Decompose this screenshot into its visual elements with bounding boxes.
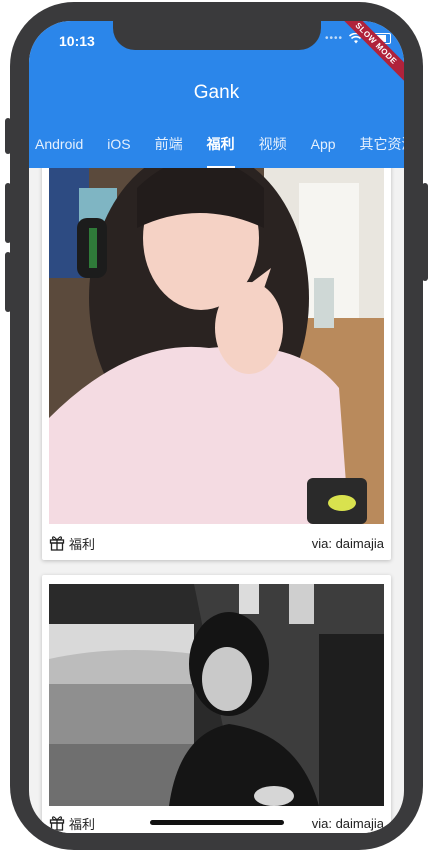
category-text: 福利 <box>69 536 96 552</box>
feed-photo[interactable] <box>49 584 384 806</box>
tab-bar: Android iOS 前端 福利 视频 App 其它资源 <box>29 134 404 168</box>
volume-down-button <box>5 252 11 312</box>
tab-video[interactable]: 视频 <box>247 134 299 168</box>
home-indicator[interactable] <box>150 820 284 825</box>
feed-card[interactable]: 福利 via: daimajia <box>42 575 391 833</box>
category-label: 福利 <box>49 534 95 553</box>
photo-girl-headphones <box>49 168 384 524</box>
category-label: 福利 <box>49 814 95 833</box>
silent-switch <box>5 118 11 154</box>
feed-photo[interactable] <box>49 168 384 524</box>
card-footer: 福利 via: daimajia <box>49 533 384 553</box>
via-author: via: daimajia <box>311 815 384 831</box>
tab-android[interactable]: Android <box>29 134 95 168</box>
gift-icon <box>49 536 65 551</box>
category-text: 福利 <box>69 816 96 832</box>
status-time: 10:13 <box>59 33 95 49</box>
tab-welfare[interactable]: 福利 <box>195 134 247 168</box>
signal-icon: •••• <box>325 33 344 44</box>
power-button <box>422 183 428 281</box>
notch <box>113 21 321 50</box>
tab-other-resources[interactable]: 其它资源 <box>348 134 404 168</box>
volume-up-button <box>5 183 11 243</box>
slow-mode-banner: SLOW MODE <box>328 21 404 91</box>
via-author: via: daimajia <box>311 535 384 551</box>
tab-app[interactable]: App <box>299 134 348 168</box>
screen: 10:13 •••• SLOW MODE Gank Android iOS 前端… <box>29 21 404 833</box>
tab-frontend[interactable]: 前端 <box>143 134 195 168</box>
app-bar: 10:13 •••• SLOW MODE Gank Android iOS 前端… <box>29 21 404 168</box>
feed-card[interactable]: 福利 via: daimajia <box>42 168 391 560</box>
feed-list[interactable]: 福利 via: daimajia 福利 via: daimajia <box>29 168 404 833</box>
gift-icon <box>49 816 65 831</box>
tab-ios[interactable]: iOS <box>95 134 142 168</box>
photo-girl-train <box>49 584 384 806</box>
page-title: Gank <box>193 82 240 103</box>
